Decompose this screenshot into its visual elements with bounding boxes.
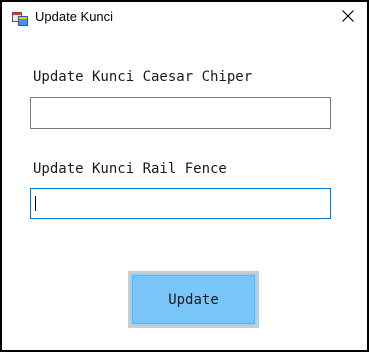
railfence-key-label: Update Kunci Rail Fence — [33, 161, 227, 177]
close-icon — [341, 8, 355, 27]
railfence-key-input[interactable] — [30, 188, 331, 219]
update-button-label: Update — [168, 291, 219, 308]
window-title: Update Kunci — [35, 9, 114, 24]
caesar-key-label: Update Kunci Caesar Chiper — [33, 69, 253, 85]
title-bar: Update Kunci — [2, 2, 367, 33]
update-button-face: Update — [132, 275, 255, 324]
form-icon — [12, 10, 28, 26]
update-kunci-window: Update Kunci Update Kunci Caesar Chiper … — [0, 0, 369, 352]
update-button[interactable]: Update — [128, 271, 259, 328]
close-button[interactable] — [328, 2, 367, 33]
caesar-key-input[interactable] — [30, 97, 331, 129]
text-caret — [35, 196, 36, 211]
